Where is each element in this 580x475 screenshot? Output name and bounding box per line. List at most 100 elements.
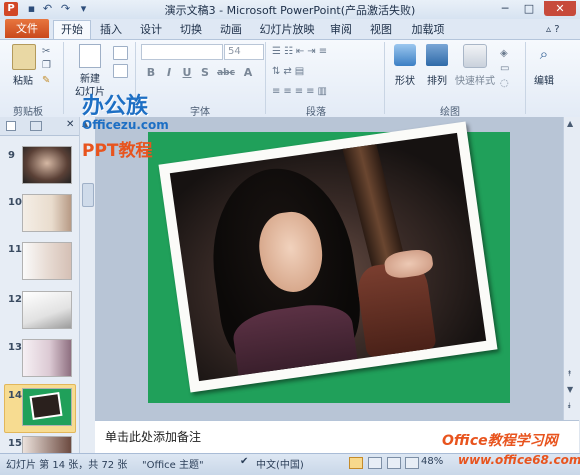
find-binoculars-icon[interactable]: ⌕ <box>534 44 554 64</box>
slide-thumbnail-12[interactable] <box>22 291 72 329</box>
spellcheck-icon[interactable]: ✔ <box>240 456 248 467</box>
justify-buttons-icon[interactable]: ≡≡≡≡▥ <box>272 86 330 97</box>
tab-view[interactable]: 视图 <box>366 22 396 39</box>
slide-thumbnail-10[interactable] <box>22 194 72 232</box>
slide-scrollbar[interactable]: ▲ ⯭ ▼ ⯯ <box>563 117 580 420</box>
slide-number: 10 <box>8 197 22 208</box>
tab-file[interactable]: 文件 <box>5 19 49 38</box>
powerpoint-icon[interactable]: P <box>4 2 18 16</box>
slide-number: 13 <box>8 342 22 353</box>
layout-icon[interactable] <box>113 46 128 60</box>
slideshow-icon[interactable] <box>405 457 419 469</box>
slide-number: 14 <box>8 390 22 401</box>
group-separator <box>384 42 385 114</box>
format-painter-icon[interactable]: ✎ <box>42 75 50 86</box>
slide-number: 9 <box>8 150 15 161</box>
thumbnail-photo <box>31 394 61 418</box>
copy-icon[interactable]: ❐ <box>42 60 51 71</box>
shapes-button[interactable]: 形状 <box>391 72 419 87</box>
new-slide-icon[interactable] <box>79 44 101 68</box>
group-separator <box>265 42 266 114</box>
bold-button[interactable]: B <box>145 67 157 79</box>
slide-thumbnail-11[interactable] <box>22 242 72 280</box>
slide-thumbnail-13[interactable] <box>22 339 72 377</box>
watermark-footer-site: www.office68.com <box>458 453 580 467</box>
watermark-site: Officezu.com <box>82 118 169 132</box>
font-group-label: 字体 <box>190 107 210 118</box>
slide-thumbnail-15[interactable] <box>22 436 72 454</box>
normal-view-icon[interactable] <box>349 457 363 469</box>
group-separator <box>63 42 64 114</box>
maximize-button[interactable]: □ <box>518 1 540 16</box>
tab-transitions[interactable]: 切换 <box>176 22 206 39</box>
group-separator <box>525 42 526 114</box>
zoom-level[interactable]: 48% <box>421 456 443 467</box>
watermark-footer: Office教程学习网 <box>442 433 558 449</box>
thumbnail-photo-frame <box>29 392 63 420</box>
font-size-select[interactable]: 54 <box>224 44 264 60</box>
list-buttons-icon[interactable]: ☰☷⇤⇥≡ <box>272 46 330 57</box>
tab-addins[interactable]: 加载项 <box>408 22 448 39</box>
slides-panel-tabs: ✕ <box>0 117 79 136</box>
strikethrough-button[interactable]: abc <box>215 67 237 79</box>
watermark-brand: 办公族 <box>82 94 149 119</box>
tab-review[interactable]: 审阅 <box>326 22 356 39</box>
cut-icon[interactable]: ✂ <box>42 46 50 57</box>
arrange-icon[interactable] <box>426 44 448 66</box>
paste-button[interactable]: 粘贴 <box>10 72 36 87</box>
slide-photo[interactable] <box>169 132 487 382</box>
tab-design[interactable]: 设计 <box>136 22 166 39</box>
scroll-thumb[interactable] <box>82 183 94 207</box>
close-button[interactable]: ✕ <box>544 1 576 16</box>
scroll-up-icon[interactable]: ▲ <box>567 119 573 128</box>
slides-tab-icon[interactable] <box>6 121 16 131</box>
minimize-button[interactable]: ─ <box>494 1 516 16</box>
shadow-button[interactable]: S <box>199 67 211 79</box>
next-slide-icon[interactable]: ⯯ <box>567 401 572 411</box>
tab-insert[interactable]: 插入 <box>96 22 126 39</box>
slides-panel-scrollbar[interactable]: ▲ <box>79 117 95 453</box>
shape-format-icons[interactable]: ◈ ▭ ◌ <box>500 46 509 91</box>
reading-view-icon[interactable] <box>387 457 401 469</box>
italic-button[interactable]: I <box>163 67 175 79</box>
photo-frame[interactable] <box>158 121 498 393</box>
previous-slide-icon[interactable]: ⯭ <box>567 369 572 379</box>
slide-sorter-icon[interactable] <box>368 457 382 469</box>
save-icon[interactable]: ▪ <box>24 2 39 16</box>
arrange-button[interactable]: 排列 <box>423 72 451 87</box>
font-color-button[interactable]: A <box>242 67 254 79</box>
tab-slideshow[interactable]: 幻灯片放映 <box>258 22 316 39</box>
paragraph-group-label: 段落 <box>306 107 326 118</box>
close-panel-icon[interactable]: ✕ <box>66 119 74 130</box>
editing-button[interactable]: 编辑 <box>530 72 558 87</box>
slide-number: 12 <box>8 294 22 305</box>
language-status[interactable]: 中文(中国) <box>256 456 304 471</box>
shapes-icon[interactable] <box>394 44 416 66</box>
paste-icon[interactable] <box>12 44 36 70</box>
font-family-select[interactable] <box>141 44 223 60</box>
reset-icon[interactable] <box>113 64 128 78</box>
redo-icon[interactable]: ↷ <box>58 2 73 16</box>
slide-number: 11 <box>8 244 22 255</box>
clipboard-group-label: 剪贴板 <box>13 107 43 118</box>
scroll-down-icon[interactable]: ▼ <box>567 385 573 394</box>
quick-styles-icon[interactable] <box>463 44 487 68</box>
theme-status[interactable]: "Office 主题" <box>142 456 204 471</box>
title-bar: P ▪ ↶ ↷ ▾ 演示文稿3 - Microsoft PowerPoint(产… <box>0 0 580 20</box>
tab-home[interactable]: 开始 <box>53 20 91 40</box>
tab-animations[interactable]: 动画 <box>216 22 246 39</box>
window-title: 演示文稿3 - Microsoft PowerPoint(产品激活失败) <box>164 4 416 17</box>
quick-styles-button[interactable]: 快速样式 <box>452 72 498 87</box>
outline-tab-icon[interactable] <box>30 121 42 131</box>
align-buttons-icon[interactable]: ⇅⇄▤ <box>272 66 307 77</box>
help-icon[interactable]: ▵ ? <box>546 24 560 35</box>
customize-icon[interactable]: ▾ <box>76 2 91 16</box>
underline-button[interactable]: U <box>181 67 193 79</box>
slide-number: 15 <box>8 438 22 449</box>
drawing-group-label: 绘图 <box>440 107 460 118</box>
slide-thumbnail-9[interactable] <box>22 146 72 184</box>
notes-placeholder[interactable]: 单击此处添加备注 <box>105 428 201 445</box>
undo-icon[interactable]: ↶ <box>40 2 55 16</box>
watermark-ppt: PPT教程 <box>82 141 153 161</box>
slide-thumbnail-14[interactable] <box>22 388 72 426</box>
